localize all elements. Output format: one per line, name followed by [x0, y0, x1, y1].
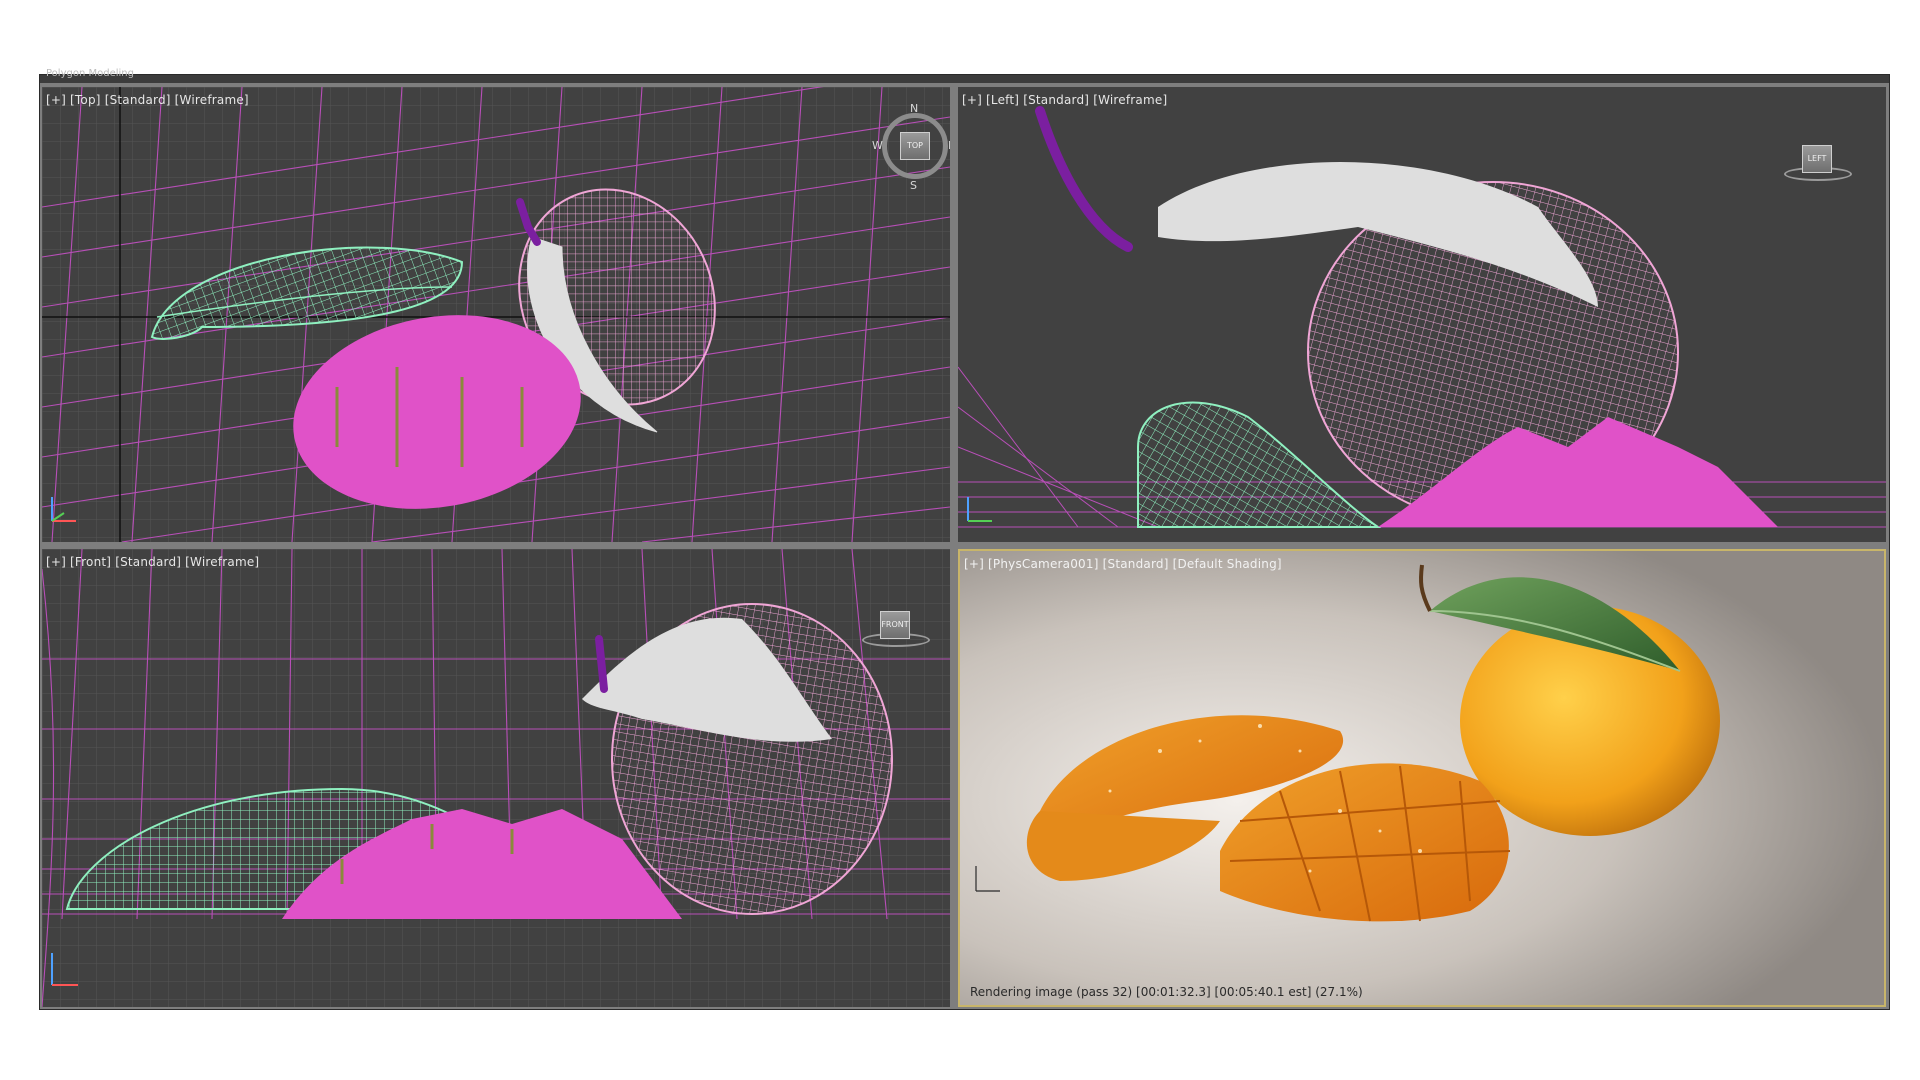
top-toolbar-strip: Polygon Modeling	[40, 69, 1889, 83]
viewport-point-of-view-menu[interactable]: [Left]	[986, 93, 1019, 107]
front-view-scene	[42, 549, 950, 1007]
compass-east-label: E	[948, 139, 950, 152]
viewport-label-camera: [+] [PhysCamera001] [Standard] [Default …	[964, 557, 1282, 571]
viewport-top[interactable]: [+] [Top] [Standard] [Wireframe] TOP N S…	[42, 87, 950, 542]
viewport-plus-menu[interactable]: [+]	[46, 93, 66, 107]
viewport-point-of-view-menu[interactable]: [Front]	[70, 555, 111, 569]
viewport-shading-menu[interactable]: [Wireframe]	[185, 555, 259, 569]
viewport-shading-menu[interactable]: [Default Shading]	[1173, 557, 1282, 571]
viewport-front[interactable]: [+] [Front] [Standard] [Wireframe] FRONT	[42, 549, 950, 1007]
axis-tripod-icon	[51, 497, 76, 522]
viewport-standard-menu[interactable]: [Standard]	[1023, 93, 1089, 107]
viewport-shading-menu[interactable]: [Wireframe]	[175, 93, 249, 107]
viewport-label-left: [+] [Left] [Standard] [Wireframe]	[962, 93, 1167, 107]
view-cube-icon[interactable]: TOP	[900, 132, 930, 160]
viewport-point-of-view-menu[interactable]: [Top]	[70, 93, 101, 107]
viewport-label-top: [+] [Top] [Standard] [Wireframe]	[46, 93, 249, 107]
viewport-standard-menu[interactable]: [Standard]	[1103, 557, 1169, 571]
viewport-plus-menu[interactable]: [+]	[964, 557, 984, 571]
viewport-standard-menu[interactable]: [Standard]	[105, 93, 171, 107]
top-view-scene	[42, 87, 950, 542]
viewport-camera-render[interactable]: [+] [PhysCamera001] [Standard] [Default …	[958, 549, 1886, 1007]
compass-south-label: S	[910, 179, 917, 192]
viewport-standard-menu[interactable]: [Standard]	[115, 555, 181, 569]
render-status-text: Rendering image (pass 32) [00:01:32.3] […	[970, 985, 1363, 999]
axis-tripod-icon	[51, 953, 78, 986]
viewport-plus-menu[interactable]: [+]	[46, 555, 66, 569]
axis-tripod-icon	[967, 497, 992, 522]
viewport-shading-menu[interactable]: [Wireframe]	[1093, 93, 1167, 107]
ribbon-tab-label[interactable]: Polygon Modeling	[46, 69, 134, 79]
viewport-point-of-view-menu[interactable]: [PhysCamera001]	[988, 557, 1099, 571]
view-cube-icon[interactable]: FRONT	[880, 611, 910, 639]
rendered-mango-image	[960, 551, 1884, 1005]
viewport-left[interactable]: [+] [Left] [Standard] [Wireframe] LEFT	[958, 87, 1886, 542]
compass-west-label: W	[872, 139, 883, 152]
viewport-plus-menu[interactable]: [+]	[962, 93, 982, 107]
3dsmax-viewport-layout: Polygon Modeling [+] [Top] [Standard] [W…	[39, 69, 1890, 1010]
compass-north-label: N	[910, 102, 919, 115]
viewport-label-front: [+] [Front] [Standard] [Wireframe]	[46, 555, 259, 569]
left-view-scene	[958, 106, 1886, 528]
view-cube-icon[interactable]: LEFT	[1802, 145, 1832, 173]
